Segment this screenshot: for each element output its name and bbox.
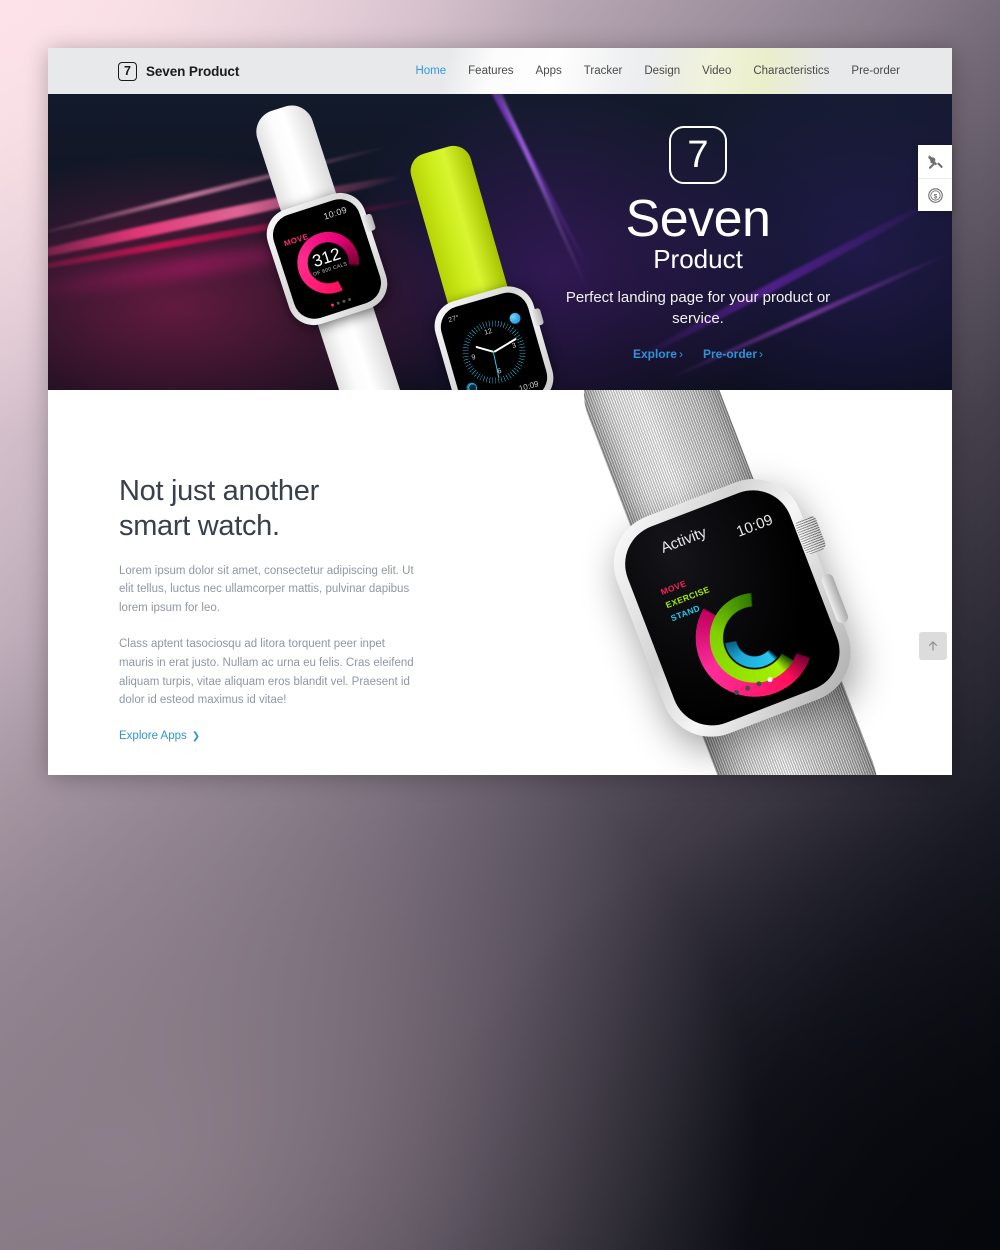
- moon-complication-icon: [464, 381, 479, 390]
- watch-time: 10:09: [734, 511, 776, 541]
- hero-actions: Explore › Pre-order ›: [548, 347, 848, 361]
- hero-seven-badge-icon: 7: [669, 126, 727, 184]
- content-heading-line1: Not just another: [119, 475, 319, 507]
- watch-temperature: 27°: [447, 314, 460, 325]
- content-heading-line2: smart watch.: [119, 509, 280, 542]
- content-paragraph-2: Class aptent tasociosqu ad litora torque…: [119, 638, 414, 707]
- chevron-right-icon: ❯: [191, 730, 201, 742]
- nav-item-apps[interactable]: Apps: [536, 65, 562, 77]
- seven-badge-icon: 7: [118, 61, 137, 81]
- product-watch-image: Activity 10:09 MOVE EXERCISE STAND: [487, 390, 952, 775]
- side-toolbar: $: [918, 145, 952, 211]
- toolbar-tools-button[interactable]: [918, 145, 952, 178]
- nav-item-home[interactable]: Home: [415, 65, 446, 77]
- nav-item-tracker[interactable]: Tracker: [584, 65, 623, 77]
- watch-screen: 27° 12 3 9 6 10:09: [435, 287, 553, 390]
- page-dot: [330, 303, 335, 307]
- content-paragraph-1: Lorem ipsum dolor sit amet, consectetur …: [119, 564, 414, 614]
- watch-page-dots: [330, 297, 352, 307]
- nav-item-design[interactable]: Design: [644, 65, 680, 77]
- arrow-up-icon: [928, 641, 938, 651]
- content-section: Activity 10:09 MOVE EXERCISE STAND Not j…: [48, 390, 952, 775]
- hero-watch-move: 10:09 MOVE 312 OF 600 CALS: [250, 99, 419, 390]
- content-text-block: Not just another smart watch. Lorem ipsu…: [119, 474, 417, 744]
- dollar-coin-icon: $: [927, 187, 943, 203]
- site-window: 7 Seven Product Home Features Apps Track…: [48, 48, 952, 775]
- explore-apps-label: Explore Apps: [119, 729, 187, 742]
- watch-time: 10:09: [322, 204, 349, 222]
- pre-order-button-label: Pre-order: [702, 346, 758, 361]
- site-header: 7 Seven Product Home Features Apps Track…: [48, 48, 952, 94]
- svg-text:$: $: [933, 193, 937, 200]
- hero-subtitle: Product: [653, 243, 743, 274]
- nav-item-pre-order[interactable]: Pre-order: [851, 65, 900, 77]
- nav-item-video[interactable]: Video: [702, 65, 731, 77]
- content-heading: Not just another smart watch.: [119, 474, 417, 544]
- explore-button-label: Explore: [632, 346, 677, 361]
- explore-button[interactable]: Explore ›: [633, 347, 683, 361]
- tools-icon: [927, 155, 943, 169]
- watch-time: 10:09: [517, 379, 540, 390]
- hero-tagline: Perfect landing page for your product or…: [565, 289, 831, 327]
- pre-order-button[interactable]: Pre-order ›: [703, 347, 763, 361]
- analog-clock-face: 12 3 9 6: [453, 311, 535, 390]
- main-navigation: Home Features Apps Tracker Design Video …: [415, 65, 900, 77]
- page-backdrop: 7 Seven Product Home Features Apps Track…: [0, 0, 1000, 1250]
- brand-name: Seven Product: [146, 63, 240, 79]
- hero-watch-clock: 27° 12 3 9 6 10:09: [406, 141, 579, 390]
- activity-app-title: Activity: [658, 523, 709, 557]
- page-dot: [342, 299, 346, 304]
- hero-content: 7 Seven Product Perfect landing page for…: [548, 126, 848, 361]
- page-dot: [347, 297, 352, 302]
- scroll-to-top-button[interactable]: [919, 632, 947, 660]
- brand-logo[interactable]: 7 Seven Product: [118, 61, 240, 81]
- hero-title: Seven: [625, 190, 771, 248]
- chevron-right-icon: ›: [759, 346, 764, 361]
- nav-item-features[interactable]: Features: [468, 65, 513, 77]
- hero-section: 10:09 MOVE 312 OF 600 CALS 27° 12 3 9 6 …: [48, 94, 952, 390]
- nav-item-characteristics[interactable]: Characteristics: [753, 65, 829, 77]
- explore-apps-link[interactable]: Explore Apps ❯: [119, 730, 200, 742]
- page-dot: [336, 301, 341, 306]
- toolbar-pricing-button[interactable]: $: [918, 178, 952, 211]
- chevron-right-icon: ›: [678, 346, 683, 361]
